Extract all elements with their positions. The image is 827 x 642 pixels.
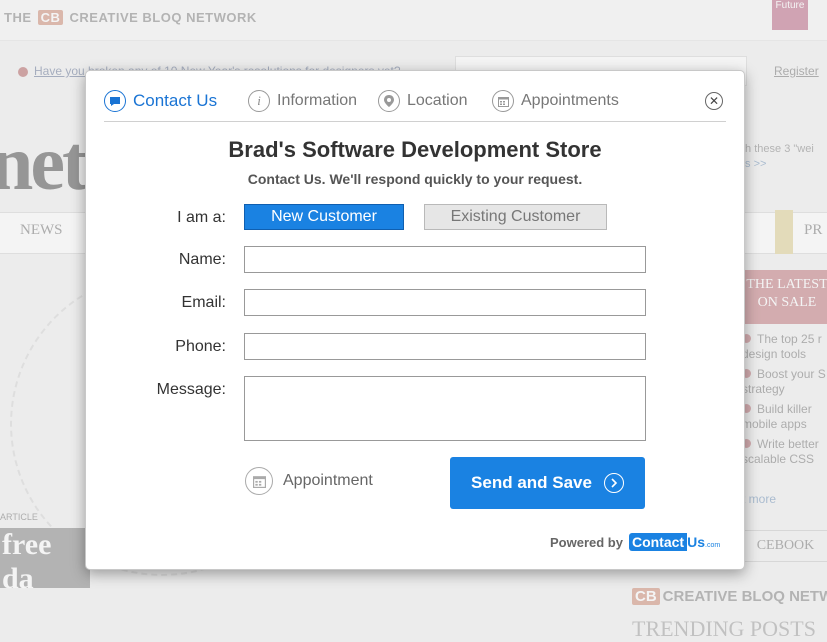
customer-type-label: I am a: [177, 209, 226, 226]
send-and-save-button[interactable]: Send and Save [450, 457, 645, 509]
bg-sale-item-text: Write better scalable CSS [742, 437, 819, 466]
info-icon: i [248, 90, 270, 112]
bg-footer-brand-name: CREATIVE BLOQ NETWORK [662, 588, 827, 605]
location-pin-icon [378, 90, 400, 112]
phone-label: Phone: [175, 338, 226, 355]
bg-alert-icon [18, 66, 28, 77]
bg-footer-brand: CBCREATIVE BLOQ NETWORK [632, 588, 827, 605]
bg-promo-text: th these 3 "wei ts >> [742, 142, 827, 172]
name-label: Name: [178, 251, 226, 268]
bg-sale-item-text: The top 25 r design tools [742, 332, 822, 361]
bg-sale-item[interactable]: Build killer mobile apps [742, 402, 827, 432]
bg-nav-star-icon [775, 210, 793, 254]
existing-customer-button[interactable]: Existing Customer [424, 204, 607, 230]
message-label: Message: [156, 381, 226, 398]
store-subtitle: Contact Us. We'll respond quickly to you… [247, 171, 583, 187]
calendar-icon [245, 467, 273, 495]
bg-nav-news[interactable]: NEWS [20, 222, 63, 239]
name-field[interactable] [244, 246, 646, 273]
send-button-label: Send and Save [471, 473, 592, 492]
bg-brand-cb-logo: CB [37, 10, 64, 25]
bg-facebook-button[interactable]: CEBOOK [742, 530, 827, 562]
phone-field[interactable] [244, 333, 646, 360]
bg-future-logo: Future [772, 0, 808, 30]
bg-brand-name: CREATIVE BLOQ NETWORK [69, 10, 257, 25]
bg-sale-item[interactable]: Write better scalable CSS [742, 437, 827, 467]
tab-location[interactable]: Location [378, 89, 468, 113]
bg-brand-prefix: THE [4, 10, 32, 25]
bg-more-link[interactable]: t more [742, 492, 776, 506]
email-field[interactable] [244, 289, 646, 316]
tab-contact-us[interactable]: Contact Us [104, 89, 217, 113]
logo-us-text: Us [687, 534, 705, 550]
bg-article-label: ARTICLE [0, 512, 38, 522]
appointment-label: Appointment [283, 472, 373, 489]
tab-label: Location [407, 92, 468, 109]
store-title: Brad's Software Development Store [228, 137, 602, 162]
bg-sale-list: The top 25 r design tools Boost your S s… [742, 332, 827, 472]
tab-information[interactable]: i Information [248, 89, 357, 113]
logo-contact-text: Contact [628, 533, 688, 551]
tab-appointments[interactable]: Appointments [492, 89, 619, 113]
bg-sale-item[interactable]: The top 25 r design tools [742, 332, 827, 362]
contact-modal: Contact Us i Information Location Appoin… [85, 70, 745, 570]
bg-nav-pr[interactable]: PR [804, 222, 822, 239]
message-field[interactable] [244, 376, 646, 441]
logo-com-text: .com [705, 542, 721, 549]
email-label: Email: [181, 294, 226, 311]
bg-promo-link[interactable]: ts >> [742, 158, 766, 170]
new-customer-button[interactable]: New Customer [244, 204, 404, 230]
tab-label: Information [277, 92, 358, 109]
modal-tab-bar: Contact Us i Information Location Appoin… [104, 85, 726, 122]
bg-site-logo: net [0, 119, 88, 206]
bg-sale-item-text: Boost your S strategy [742, 367, 826, 396]
bg-sale-item[interactable]: Boost your S strategy [742, 367, 827, 397]
calendar-icon [492, 90, 514, 112]
bg-network-brand: THE CB CREATIVE BLOQ NETWORK [4, 10, 257, 25]
speech-bubble-icon [104, 90, 126, 112]
tab-label: Appointments [521, 92, 619, 109]
bg-free-banner[interactable]: free da [0, 528, 90, 595]
powered-by-text: Powered by [550, 534, 623, 550]
tab-label: Contact Us [133, 91, 218, 110]
contactus-logo[interactable]: Contact Us .com [628, 533, 721, 551]
bg-sale-item-text: Build killer mobile apps [742, 402, 812, 431]
chevron-right-icon [603, 473, 624, 493]
bg-latest-sale: THE LATEST ON SALE [742, 270, 827, 324]
close-icon[interactable]: ✕ [705, 92, 723, 110]
bg-footer-cb-logo: CB [632, 588, 660, 605]
bg-trending-heading: TRENDING POSTS [632, 616, 816, 641]
powered-by: Powered by Contact Us .com [550, 533, 720, 551]
appointment-link[interactable]: Appointment [245, 467, 373, 495]
bg-promo-copy: th these 3 "wei [742, 143, 814, 155]
bg-register-link[interactable]: Register [774, 64, 819, 78]
